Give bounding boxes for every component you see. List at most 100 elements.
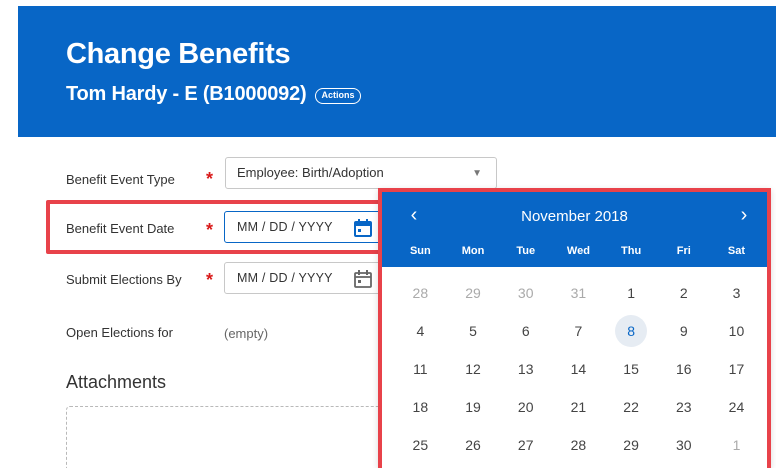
calendar-day[interactable]: 3 (710, 274, 763, 312)
calendar-day-label: 29 (623, 437, 639, 453)
submit-by-label: Submit Elections By (66, 272, 182, 287)
calendar-day-label: 6 (521, 323, 530, 339)
calendar-day[interactable]: 30 (657, 426, 710, 464)
submit-by-required-mark: * (206, 270, 214, 290)
calendar-day-label: 7 (574, 323, 583, 339)
calendar-day-label: 4 (416, 323, 425, 339)
weekday-label: Thu (621, 245, 642, 257)
calendar-day[interactable]: 17 (710, 350, 763, 388)
calendar-day[interactable]: 5 (447, 312, 500, 350)
calendar-day-label: 11 (413, 361, 428, 377)
calendar-day[interactable]: 26 (447, 426, 500, 464)
calendar-day-label: 24 (728, 399, 745, 415)
calendar-day-label: 23 (675, 399, 692, 415)
calendar-day-label: 15 (623, 361, 639, 377)
event-type-select[interactable]: Employee: Birth/Adoption ▼ (225, 157, 497, 189)
weekday-label: Sat (727, 245, 746, 257)
calendar-day-label: 19 (465, 399, 481, 415)
calendar-day-label: 31 (570, 285, 587, 301)
calendar-day-label: 1 (627, 285, 635, 301)
calendar-day[interactable]: 18 (394, 388, 447, 426)
calendar-day[interactable]: 12 (447, 350, 500, 388)
calendar-day-label: 18 (412, 399, 429, 415)
calendar-day[interactable]: 6 (499, 312, 552, 350)
calendar-day-label: 26 (465, 437, 481, 453)
calendar-day[interactable]: 7 (552, 312, 605, 350)
calendar-day[interactable]: 11 (394, 350, 447, 388)
calendar-day[interactable]: 21 (552, 388, 605, 426)
weekday-label: Fri (676, 245, 691, 257)
calendar-day[interactable]: 19 (447, 388, 500, 426)
calendar-day[interactable]: 1 (710, 426, 763, 464)
calendar-day-label: 20 (517, 399, 534, 415)
calendar-day-label: 12 (465, 361, 481, 377)
submit-by-input[interactable]: MM / DD / YYYY (224, 262, 384, 294)
worker-name: Tom Hardy - E (B1000092) (66, 83, 307, 105)
open-elections-label: Open Elections for (66, 325, 173, 340)
worker-line: Tom Hardy - E (B1000092) Actions (66, 83, 361, 106)
calendar-day-label: 28 (570, 437, 587, 453)
calendar-day[interactable]: 2 (657, 274, 710, 312)
weekday-label: Mon (461, 245, 485, 257)
calendar-day[interactable]: 30 (499, 274, 552, 312)
attachments-heading: Attachments (66, 372, 167, 392)
calendar-month-label: November 2018 (521, 208, 628, 225)
calendar-day[interactable]: 20 (499, 388, 552, 426)
calendar-day[interactable]: 31 (552, 274, 605, 312)
event-type-required-mark: * (206, 169, 214, 189)
calendar-day-label: 16 (675, 361, 692, 377)
page-header: Change Benefits Tom Hardy - E (B1000092)… (18, 6, 776, 137)
calendar-day[interactable]: 28 (552, 426, 605, 464)
submit-by-placeholder: MM / DD / YYYY (237, 271, 333, 285)
calendar-day[interactable]: 13 (499, 350, 552, 388)
calendar-day[interactable]: 29 (447, 274, 500, 312)
calendar-header: ‹ November 2018 › Sun Mon Tue Wed Thu Fr… (382, 192, 767, 267)
calendar-icon[interactable] (353, 269, 373, 289)
calendar-day-label: 30 (517, 285, 534, 301)
calendar-day-label: 27 (517, 437, 534, 453)
calendar-day-label: 5 (469, 323, 477, 339)
calendar-day-label: 8 (615, 315, 648, 347)
chevron-down-icon: ▼ (472, 168, 482, 179)
calendar-day[interactable]: 28 (394, 274, 447, 312)
weekday-row: Sun Mon Tue Wed Thu Fri Sat (394, 245, 763, 257)
calendar-day-label: 9 (679, 323, 688, 339)
calendar-day[interactable]: 24 (710, 388, 763, 426)
calendar-day-label: 17 (728, 361, 745, 377)
calendar-day[interactable]: 1 (605, 274, 658, 312)
event-type-label: Benefit Event Type (66, 172, 175, 187)
calendar-day[interactable]: 23 (657, 388, 710, 426)
weekday-label: Wed (566, 245, 590, 257)
date-picker-popup: ‹ November 2018 › Sun Mon Tue Wed Thu Fr… (378, 188, 771, 468)
page-title: Change Benefits (66, 38, 291, 70)
actions-button[interactable]: Actions (315, 87, 361, 104)
calendar-day[interactable]: 16 (657, 350, 710, 388)
calendar-day[interactable]: 29 (605, 426, 658, 464)
calendar-day[interactable]: 22 (605, 388, 658, 426)
calendar-day-label: 25 (412, 437, 429, 453)
calendar-day-label: 30 (675, 437, 692, 453)
calendar-day-today[interactable]: 8 (605, 312, 658, 350)
chevron-right-icon[interactable]: › (734, 205, 754, 225)
weekday-label: Tue (516, 245, 536, 257)
attachments-dropzone[interactable] (66, 406, 396, 468)
event-date-highlight (46, 200, 386, 254)
calendar-day[interactable]: 15 (605, 350, 658, 388)
calendar-day[interactable]: 27 (499, 426, 552, 464)
calendar-day[interactable]: 4 (394, 312, 447, 350)
calendar-day-label: 14 (570, 361, 587, 377)
calendar-day-label: 28 (412, 285, 429, 301)
open-elections-value: (empty) (224, 326, 269, 341)
calendar-day-label: 2 (679, 285, 688, 301)
calendar-day-grid: 28 29 30 31 1 2 3 4 5 6 7 8 9 10 11 12 13 14 15 16 17 18 19 20 2… (394, 274, 763, 464)
calendar-day-label: 3 (732, 285, 741, 301)
weekday-label: Sun (409, 245, 431, 257)
calendar-day-label: 1 (732, 437, 741, 453)
calendar-day[interactable]: 14 (552, 350, 605, 388)
calendar-day-label: 13 (517, 361, 534, 377)
calendar-day-label: 10 (728, 323, 745, 339)
calendar-day[interactable]: 10 (710, 312, 763, 350)
event-type-value: Employee: Birth/Adoption (237, 165, 384, 180)
calendar-day[interactable]: 9 (657, 312, 710, 350)
calendar-day[interactable]: 25 (394, 426, 447, 464)
